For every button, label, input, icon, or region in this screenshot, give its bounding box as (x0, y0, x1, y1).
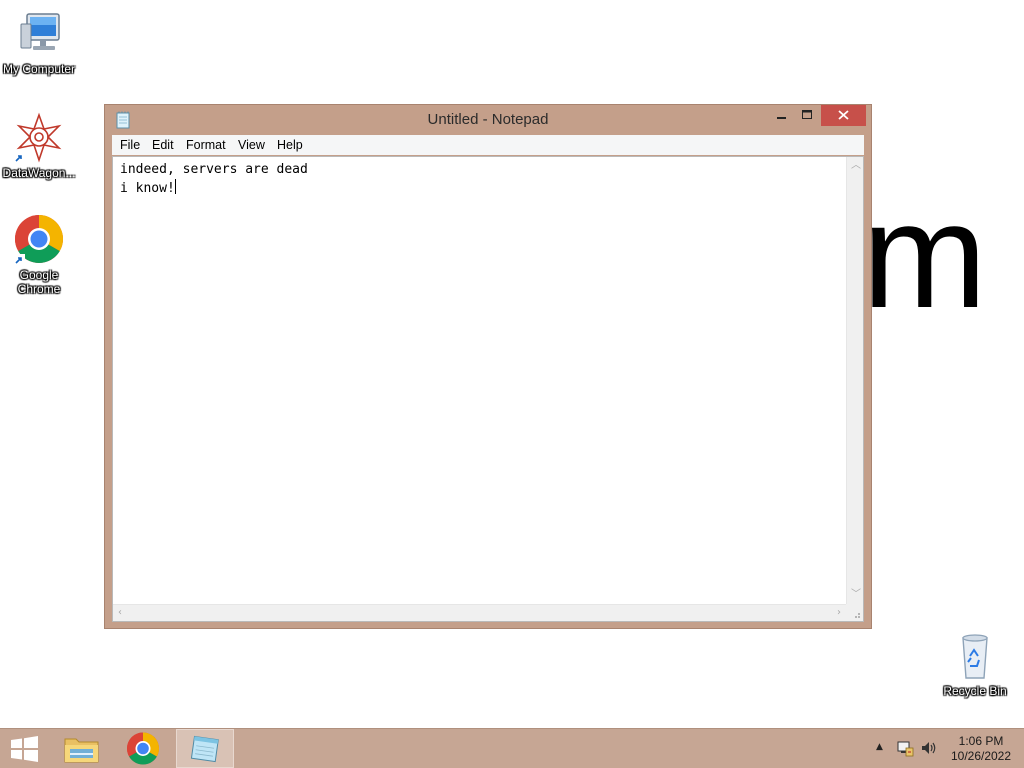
scrollbar-corner (846, 604, 863, 621)
title-bar[interactable]: Untitled - Notepad (105, 105, 871, 135)
menu-view[interactable]: View (238, 138, 265, 152)
text-line: indeed, servers are dead (120, 162, 308, 177)
text-editor[interactable]: indeed, servers are dead i know! ︿ ﹀ ‹ › (112, 156, 864, 622)
windows-logo-icon (11, 736, 38, 762)
scroll-up-icon[interactable]: ︿ (851, 161, 861, 171)
start-button[interactable] (0, 729, 48, 768)
shortcut-arrow-icon (13, 254, 25, 266)
minimize-icon (777, 117, 786, 119)
scroll-left-icon[interactable]: ‹ (118, 608, 122, 618)
scroll-right-icon[interactable]: › (837, 608, 841, 618)
text-caret (174, 179, 176, 194)
clock-time: 1:06 PM (958, 734, 1004, 748)
taskbar-file-explorer[interactable] (56, 729, 108, 768)
minimize-button[interactable] (768, 105, 794, 126)
network-icon[interactable] (896, 739, 914, 761)
taskbar-chrome[interactable] (116, 729, 170, 768)
maximize-icon (802, 110, 812, 119)
close-icon (838, 110, 849, 120)
editor-text[interactable]: indeed, servers are dead i know! (120, 161, 840, 601)
chrome-icon (126, 732, 160, 765)
desktop-icon-my-computer[interactable]: My Computer (0, 8, 78, 76)
menu-format[interactable]: Format (186, 138, 226, 152)
taskbar: ▲ 1:06 PM 10/26/2022 (0, 728, 1024, 768)
volume-icon[interactable] (920, 739, 938, 761)
menu-help[interactable]: Help (277, 138, 303, 152)
desktop-icon-recycle-bin[interactable]: Recycle Bin (936, 630, 1014, 698)
maximize-button[interactable] (794, 105, 820, 126)
folder-icon (64, 738, 99, 763)
resize-grip-icon[interactable] (846, 604, 863, 621)
text-line: i know! (120, 181, 175, 196)
vertical-scrollbar[interactable]: ︿ ﹀ (846, 157, 863, 604)
horizontal-scrollbar[interactable]: ‹ › (113, 604, 846, 621)
window-title: Untitled - Notepad (427, 111, 549, 128)
desktop-icon-google-chrome[interactable]: Google Chrome (0, 214, 78, 296)
recycle-bin-icon (949, 630, 1001, 682)
desktop-icon-datawagon[interactable]: DataWagon... (0, 112, 78, 180)
show-hidden-icons-icon[interactable]: ▲ (876, 742, 883, 752)
scroll-down-icon[interactable]: ﹀ (851, 590, 861, 600)
taskbar-notepad[interactable] (176, 729, 234, 768)
notepad-window: Untitled - Notepad File Edit Format View… (104, 104, 872, 629)
menu-file[interactable]: File (120, 138, 140, 152)
close-button[interactable] (821, 105, 866, 126)
desktop: m My Computer DataWagon... Google Chrome… (0, 0, 1024, 768)
desktop-icon-label: DataWagon... (2, 166, 76, 180)
menu-bar: File Edit Format View Help (112, 135, 864, 155)
datawagon-icon (13, 112, 65, 164)
shortcut-arrow-icon (13, 152, 25, 164)
wallpaper-glyph: m (862, 171, 987, 339)
chrome-icon (13, 214, 65, 266)
clock-date: 10/26/2022 (950, 749, 1012, 763)
computer-icon (13, 8, 65, 60)
desktop-icon-label: Recycle Bin (943, 684, 1007, 698)
notepad-icon (190, 735, 219, 763)
menu-edit[interactable]: Edit (152, 138, 174, 152)
clock[interactable]: 1:06 PM 10/26/2022 (944, 734, 1018, 764)
desktop-icon-label: Google Chrome (17, 268, 61, 296)
desktop-icon-label: My Computer (2, 62, 76, 76)
